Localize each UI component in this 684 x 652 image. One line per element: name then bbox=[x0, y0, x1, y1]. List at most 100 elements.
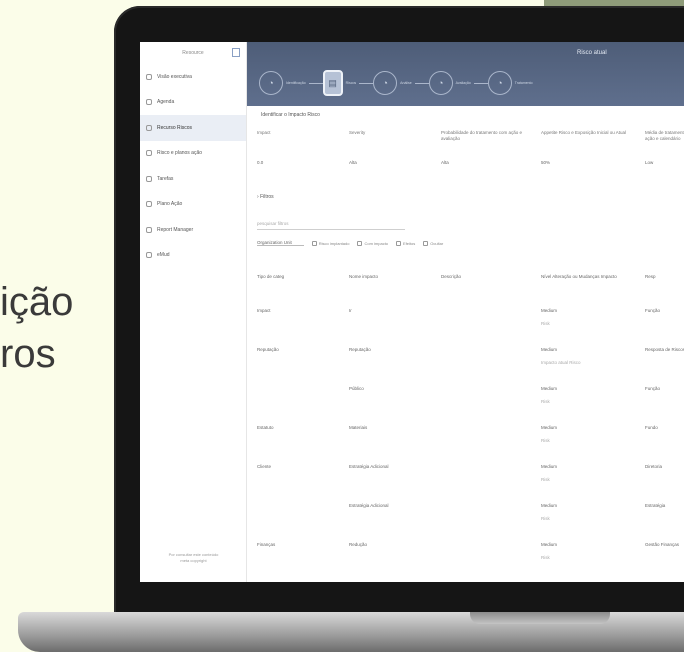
risk-table: Tipo de categ Nome impacto Descrição Nível … bbox=[247, 274, 684, 571]
cell-level-sub: Risk bbox=[541, 321, 550, 326]
step-label: Riscos bbox=[345, 81, 357, 85]
field-label: Severity bbox=[349, 130, 366, 135]
page-title: Identificar o Impacto Risco bbox=[261, 112, 320, 118]
sidebar-nav: Visão executiva Agenda Recurso Riscos Risco… bbox=[140, 64, 246, 268]
field-value: Alta bbox=[349, 160, 357, 165]
column-header[interactable]: Tipo de categ bbox=[247, 274, 339, 280]
cell-impact-name: Ir bbox=[349, 308, 352, 313]
field-value: Alta bbox=[441, 160, 449, 165]
step-connector bbox=[308, 82, 323, 84]
column-header[interactable]: Resp bbox=[635, 274, 684, 280]
cell-level-value: Medium bbox=[541, 503, 558, 508]
sidebar-item-label: Visão executiva bbox=[157, 73, 192, 80]
sidebar-item[interactable]: Plano Ação bbox=[140, 192, 246, 218]
field-label: Média de tratamento da ação e calendário bbox=[645, 130, 684, 141]
target-icon: ◔ bbox=[259, 71, 283, 95]
cell-level-value: Medium bbox=[541, 425, 558, 430]
column-header[interactable]: Descrição bbox=[431, 274, 531, 280]
cell-responsible: Fundo bbox=[645, 425, 658, 430]
process-step[interactable]: ◔ Tratamento bbox=[487, 71, 536, 95]
step-connector bbox=[414, 82, 429, 84]
sidebar-item-label: Agenda bbox=[157, 99, 175, 106]
app-screen: Resource Visão executiva Agenda Recurso Ri… bbox=[140, 42, 684, 582]
slide-caption: ição ros bbox=[0, 276, 73, 380]
filters-label: Filtros bbox=[260, 194, 274, 200]
table-row[interactable]: Impact Ir Medium Risk Função bbox=[247, 298, 684, 337]
home-icon bbox=[146, 73, 152, 80]
table-row[interactable]: Cliente Estratégia Adicional Medium Risk Dir… bbox=[247, 454, 684, 493]
cell-level-sub: Risk bbox=[541, 555, 550, 560]
column-header[interactable]: Nome impacto bbox=[339, 274, 431, 280]
process-step[interactable]: ◔ Identificação bbox=[259, 71, 309, 95]
list-icon bbox=[146, 150, 152, 157]
table-row[interactable]: Público Medium Risk Função bbox=[247, 376, 684, 415]
step-label: Análise bbox=[400, 81, 412, 85]
table-row[interactable]: Reputação Reputação Medium Impacto atual Ri… bbox=[247, 337, 684, 376]
sidebar-item[interactable]: Visão executiva bbox=[140, 64, 246, 90]
step-label: Avaliação bbox=[455, 81, 471, 85]
cell-impact-name: Estratégia Adicional bbox=[349, 503, 389, 508]
step-label: Tratamento bbox=[514, 81, 533, 85]
step-connector bbox=[359, 82, 374, 84]
table-row[interactable]: Finanças Redução Medium Risk Gestão Finanças bbox=[247, 532, 684, 571]
sidebar-toggle-icon[interactable] bbox=[232, 48, 240, 57]
table-row[interactable]: Estratégia Adicional Medium Risk Estratégia bbox=[247, 493, 684, 532]
cell-level: Medium Risk bbox=[531, 464, 635, 483]
cell-level: Medium Risk bbox=[531, 308, 635, 327]
process-step[interactable]: ▤ Riscos bbox=[322, 70, 360, 96]
task-icon bbox=[146, 175, 152, 182]
filters-toggle[interactable]: › Filtros bbox=[257, 194, 274, 200]
cell-level-sub: Risk bbox=[541, 477, 550, 482]
cell-level-sub: Impacto atual Risco bbox=[541, 360, 581, 365]
checkbox-icon bbox=[357, 240, 363, 246]
sidebar-title: Resource bbox=[182, 50, 204, 56]
sidebar-item-label: Plano Ação bbox=[157, 201, 183, 208]
cell-category: Reputação bbox=[257, 347, 279, 352]
cell-responsible: Função bbox=[645, 386, 661, 391]
sidebar-item[interactable]: eMud bbox=[140, 243, 246, 269]
field-values: 0.0 Alta Alta 50% Low bbox=[257, 160, 684, 165]
report-icon bbox=[146, 226, 152, 233]
process-steps: ◔ Identificação ▤ Riscos ◔ Análise ◔ Avaliação ◔… bbox=[259, 70, 536, 96]
cell-level-sub: Risk bbox=[541, 438, 550, 443]
process-step[interactable]: ◔ Avaliação bbox=[428, 71, 474, 95]
document-icon: ▤ bbox=[322, 70, 343, 96]
cell-responsible: Gestão Finanças bbox=[645, 542, 680, 547]
laptop-notch bbox=[470, 612, 610, 624]
cell-impact-name: Materiais bbox=[349, 425, 368, 430]
slide-caption-line1: ição bbox=[0, 280, 74, 324]
cell-level-sub: Risk bbox=[541, 399, 550, 404]
cell-impact-name: Público bbox=[349, 386, 364, 391]
sidebar-footer-line2: meta copyright bbox=[180, 558, 207, 563]
filter-checkbox[interactable]: Ocultar bbox=[423, 240, 443, 246]
process-step[interactable]: ◔ Análise bbox=[373, 71, 414, 95]
cell-responsible: Resposta de Riscos bbox=[645, 347, 684, 352]
sidebar-item[interactable]: Report Manager bbox=[140, 217, 246, 243]
field-labels: Impact Severity Probabilidade do tratament… bbox=[257, 130, 684, 142]
sidebar-item[interactable]: Agenda bbox=[140, 90, 246, 116]
cell-responsible: Estratégia bbox=[645, 503, 666, 508]
main-content: Identificar o Impacto Risco Impact Severi… bbox=[247, 106, 684, 582]
sidebar-item[interactable]: Risco e planos ação bbox=[140, 141, 246, 167]
filter-checkbox[interactable]: Efeitos bbox=[396, 240, 415, 246]
search-input[interactable]: pesquisar filtros bbox=[257, 218, 405, 230]
sidebar-item[interactable]: Recurso Riscos bbox=[140, 115, 246, 141]
cell-level: Medium Risk bbox=[531, 503, 635, 522]
treatment-icon: ◔ bbox=[487, 71, 512, 95]
table-row[interactable]: Estatuto Materiais Medium Risk Fundo bbox=[247, 415, 684, 454]
sidebar-item-label: Recurso Riscos bbox=[157, 124, 193, 131]
checkbox-icon bbox=[423, 240, 429, 246]
filter-checkbox[interactable]: Risco implantado bbox=[311, 240, 349, 246]
sidebar-item[interactable]: Tarefas bbox=[140, 166, 246, 192]
chevron-right-icon: › bbox=[257, 194, 259, 200]
column-header[interactable]: Nível Alteração ou Mudanças Impacto bbox=[531, 274, 635, 280]
org-unit-select[interactable]: Organization Unit bbox=[257, 240, 304, 246]
sidebar-item-label: Risco e planos ação bbox=[157, 150, 203, 157]
cell-responsible: Diretoria bbox=[645, 464, 663, 469]
cell-level-sub: Risk bbox=[541, 516, 550, 521]
step-label: Identificação bbox=[286, 81, 306, 85]
filter-checkbox[interactable]: Com impacto bbox=[357, 240, 388, 246]
slide-caption-line2: ros bbox=[0, 332, 56, 376]
sidebar-header: Resource bbox=[140, 42, 246, 64]
process-banner: Risco atual ◔ Identificação ▤ Riscos ◔ Anális… bbox=[247, 42, 684, 106]
